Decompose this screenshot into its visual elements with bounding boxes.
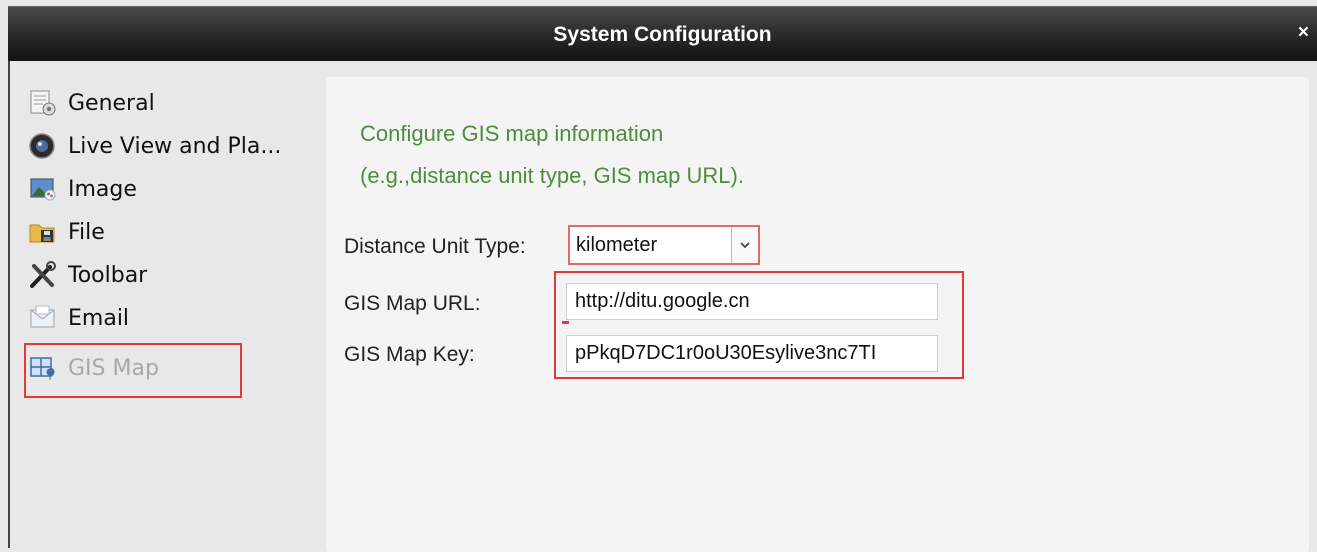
sidebar-item-label: General <box>68 90 155 116</box>
tools-icon <box>28 261 58 289</box>
general-settings-icon <box>28 89 58 117</box>
distance-unit-select[interactable]: kilometer <box>568 225 760 265</box>
window-title: System Configuration <box>553 23 772 46</box>
annotation-marker <box>562 321 569 324</box>
title-bar: System Configuration × <box>8 6 1317 62</box>
window-body: General Live View and Pla... Image File … <box>8 61 1317 552</box>
annotation-highlight-gis-map <box>24 343 242 398</box>
annotation-highlight-map-fields <box>554 271 964 379</box>
sidebar-item-live-view[interactable]: Live View and Pla... <box>28 126 328 166</box>
distance-unit-value: kilometer <box>576 234 658 256</box>
sidebar-item-label: Image <box>68 176 137 202</box>
image-icon <box>28 175 58 203</box>
sidebar-item-general[interactable]: General <box>28 83 328 123</box>
map-url-label: GIS Map URL: <box>344 292 481 315</box>
sidebar-item-label: Toolbar <box>68 262 148 288</box>
sidebar-item-email[interactable]: Email <box>28 298 328 338</box>
description-line-2: (e.g.,distance unit type, GIS map URL). <box>360 163 744 188</box>
close-button[interactable]: × <box>1298 21 1309 45</box>
sidebar-item-toolbar[interactable]: Toolbar <box>28 255 328 295</box>
description-line-1: Configure GIS map information <box>360 121 664 146</box>
folder-icon <box>28 218 58 246</box>
sidebar-item-image[interactable]: Image <box>28 169 328 209</box>
envelope-icon <box>28 304 58 332</box>
sidebar-item-label: Email <box>68 305 130 331</box>
camera-lens-icon <box>28 132 58 160</box>
chevron-down-icon[interactable] <box>731 227 758 263</box>
distance-unit-label: Distance Unit Type: <box>344 235 526 258</box>
sidebar-item-label: File <box>68 219 105 245</box>
map-key-label: GIS Map Key: <box>344 343 475 366</box>
settings-panel: Configure GIS map information (e.g.,dist… <box>326 77 1309 552</box>
sidebar-item-file[interactable]: File <box>28 212 328 252</box>
sidebar-item-label: Live View and Pla... <box>68 133 282 159</box>
